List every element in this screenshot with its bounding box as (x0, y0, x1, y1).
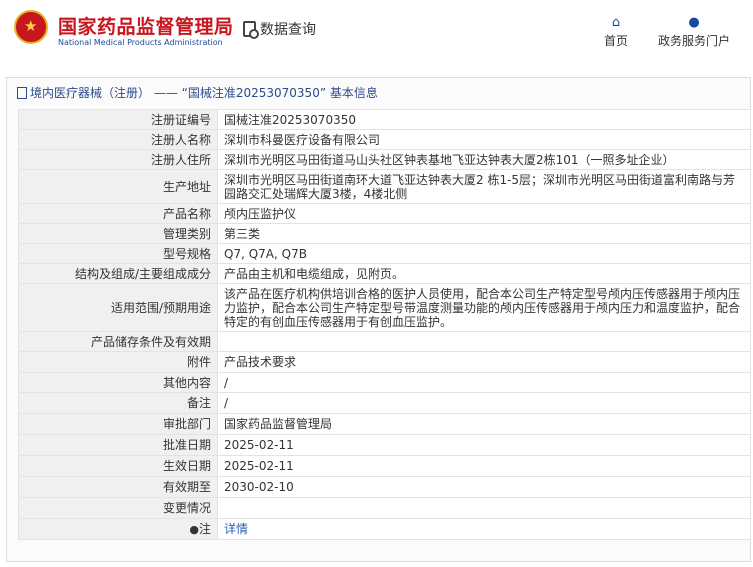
table-row: 管理类别 第三类 (18, 223, 751, 244)
row-label: 注册证编号 (18, 109, 218, 130)
row-label: 有效期至 (18, 476, 218, 498)
table-row: 生效日期 2025-02-11 (18, 455, 751, 477)
row-value: / (217, 392, 751, 414)
row-value: 2025-02-11 (217, 434, 751, 456)
row-label: 备注 (18, 392, 218, 414)
row-label: 适用范围/预期用途 (18, 283, 218, 332)
nav-home-label: 首页 (604, 34, 629, 48)
site-name-en: National Medical Products Administration (58, 38, 223, 47)
user-icon: ● (688, 15, 700, 30)
table-row: 审批部门 国家药品监督管理局 (18, 413, 751, 435)
row-value: 深圳市光明区马田街道马山头社区钟表基地飞亚达钟表大厦2栋101（一照多址企业） (217, 149, 751, 170)
row-label: 产品储存条件及有效期 (18, 331, 218, 352)
device-info-panel: 境内医疗器械（注册） —— “国械注准20253070350” 基本信息 注册证… (6, 77, 751, 562)
row-label: 管理类别 (18, 223, 218, 244)
panel-title-text: 境内医疗器械（注册） —— “国械注准20253070350” 基本信息 (30, 86, 378, 100)
row-label: 变更情况 (18, 497, 218, 519)
row-value: 颅内压监护仪 (217, 203, 751, 224)
note-label-cell: ●注 (18, 518, 218, 540)
data-query-label: 数据查询 (260, 22, 316, 38)
table-row: 产品储存条件及有效期 (18, 331, 751, 352)
table-row: ●注 详情 (18, 518, 751, 540)
table-row: 变更情况 (18, 497, 751, 519)
row-value: 产品由主机和电缆组成，见附页。 (217, 263, 751, 284)
table-row: 附件 产品技术要求 (18, 351, 751, 373)
table-row: 备注 / (18, 392, 751, 414)
row-value (217, 331, 751, 352)
row-label: 其他内容 (18, 372, 218, 393)
home-icon: ⌂ (611, 15, 621, 30)
panel-title: 境内医疗器械（注册） —— “国械注准20253070350” 基本信息 (17, 84, 378, 101)
row-value: 该产品在医疗机构供培训合格的医护人员使用，配合本公司生产特定型号颅内压传感器用于… (217, 283, 751, 332)
row-value: 2030-02-10 (217, 476, 751, 498)
row-value: Q7, Q7A, Q7B (217, 243, 751, 264)
nav-home[interactable]: ⌂ 首页 (604, 14, 628, 49)
row-label: 生产地址 (18, 169, 218, 204)
row-value: 第三类 (217, 223, 751, 244)
row-label: 注册人住所 (18, 149, 218, 170)
row-value: 产品技术要求 (217, 351, 751, 373)
search-document-icon (243, 21, 259, 39)
table-row: 注册人名称 深圳市科曼医疗设备有限公司 (18, 129, 751, 150)
nav-service-portal[interactable]: ● 政务服务门户 (658, 14, 730, 49)
row-label: 审批部门 (18, 413, 218, 435)
table-row: 生产地址 深圳市光明区马田街道南环大道飞亚达钟表大厦2 栋1-5层；深圳市光明区马… (18, 169, 751, 204)
site-header: 国家药品监督管理局 National Medical Products Admi… (0, 0, 753, 66)
row-value: 国械注准20253070350 (217, 109, 751, 130)
row-value: / (217, 372, 751, 393)
row-label: 型号规格 (18, 243, 218, 264)
row-label: 生效日期 (18, 455, 218, 477)
row-label: 结构及组成/主要组成成分 (18, 263, 218, 284)
table-row: 有效期至 2030-02-10 (18, 476, 751, 498)
row-value: 2025-02-11 (217, 455, 751, 477)
table-row: 其他内容 / (18, 372, 751, 393)
table-row: 适用范围/预期用途 该产品在医疗机构供培训合格的医护人员使用，配合本公司生产特定型… (18, 283, 751, 332)
nav-service-portal-label: 政务服务门户 (658, 34, 731, 48)
data-query-link[interactable]: 数据查询 (243, 19, 316, 39)
note-value-cell: 详情 (217, 518, 751, 540)
row-value: 深圳市光明区马田街道南环大道飞亚达钟表大厦2 栋1-5层；深圳市光明区马田街道富… (217, 169, 751, 204)
row-value (217, 497, 751, 519)
table-row: 型号规格 Q7, Q7A, Q7B (18, 243, 751, 264)
table-row: 产品名称 颅内压监护仪 (18, 203, 751, 224)
device-info-table: 注册证编号 国械注准20253070350 注册人名称 深圳市科曼医疗设备有限公司 … (18, 109, 751, 540)
table-row: 结构及组成/主要组成成分 产品由主机和电缆组成，见附页。 (18, 263, 751, 284)
national-emblem-icon (14, 10, 48, 44)
table-row: 注册证编号 国械注准20253070350 (18, 109, 751, 130)
note-label: 注 (198, 521, 211, 536)
row-label: 批准日期 (18, 434, 218, 456)
site-name: 国家药品监督管理局 (58, 16, 234, 38)
table-row: 注册人住所 深圳市光明区马田街道马山头社区钟表基地飞亚达钟表大厦2栋101（一照多… (18, 149, 751, 170)
row-value: 国家药品监督管理局 (217, 413, 751, 435)
table-row: 批准日期 2025-02-11 (18, 434, 751, 456)
row-label: 附件 (18, 351, 218, 373)
row-value: 深圳市科曼医疗设备有限公司 (217, 129, 751, 150)
document-icon (17, 86, 27, 99)
bulb-icon: ● (189, 522, 199, 536)
row-label: 注册人名称 (18, 129, 218, 150)
row-label: 产品名称 (18, 203, 218, 224)
details-link[interactable]: 详情 (224, 522, 248, 536)
